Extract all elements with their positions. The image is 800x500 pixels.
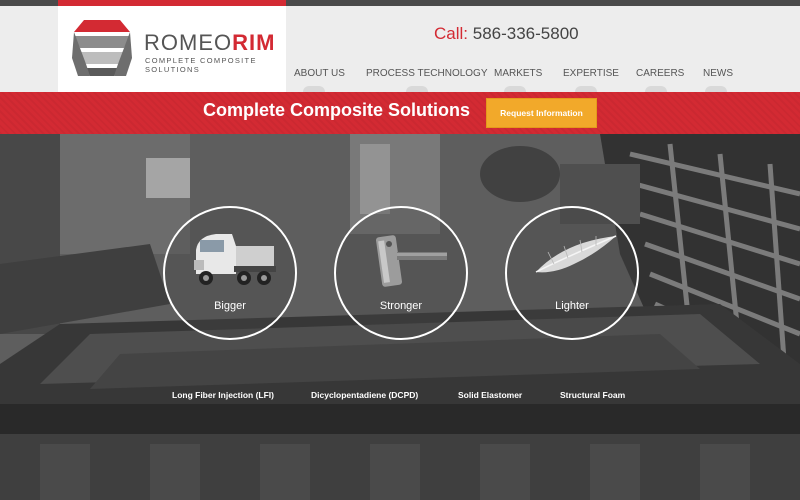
logo-tagline: COMPLETE COMPOSITE SOLUTIONS	[145, 56, 257, 74]
nav-careers[interactable]: CAREERS	[636, 68, 684, 79]
tech-link-solid-elastomer[interactable]: Solid Elastomer	[458, 390, 522, 400]
tech-link-structural-foam[interactable]: Structural Foam	[560, 390, 625, 400]
feature-label: Lighter	[555, 300, 589, 312]
phone-number[interactable]: 586-336-5800	[473, 24, 579, 43]
feature-lighter[interactable]: Lighter	[505, 206, 639, 340]
feature-stronger[interactable]: Stronger	[334, 206, 468, 340]
feather-icon	[535, 235, 617, 273]
tech-link-dcpd[interactable]: Dicyclopentadiene (DCPD)	[311, 390, 418, 400]
logo-mark-icon	[72, 20, 132, 76]
nav-process-technology[interactable]: PROCESS TECHNOLOGY	[366, 68, 488, 79]
truck-icon	[194, 234, 276, 285]
nav-markets[interactable]: MARKETS	[494, 68, 542, 79]
call-label: Call:	[434, 24, 469, 43]
feature-label: Stronger	[379, 300, 423, 312]
page: ROMEORIM COMPLETE COMPOSITE SOLUTIONS Ca…	[0, 0, 800, 500]
logo-wordmark: ROMEORIM	[144, 30, 275, 56]
nav-about-us[interactable]: ABOUT US	[294, 68, 345, 79]
nav-expertise[interactable]: EXPERTISE	[563, 68, 619, 79]
logo-accent-bar	[58, 0, 286, 6]
feature-bigger[interactable]: Bigger	[163, 206, 297, 340]
logo-name-part2: RIM	[232, 30, 276, 55]
phone-contact[interactable]: Call: 586-336-5800	[434, 24, 579, 44]
band-title: Complete Composite Solutions	[203, 100, 471, 120]
feature-label: Bigger	[214, 300, 246, 312]
logo[interactable]: ROMEORIM COMPLETE COMPOSITE SOLUTIONS	[58, 6, 286, 92]
request-information-button[interactable]: Request Information	[486, 98, 597, 128]
hammer-icon	[376, 235, 447, 287]
tech-link-lfi[interactable]: Long Fiber Injection (LFI)	[172, 390, 274, 400]
logo-name-part1: ROMEO	[144, 30, 233, 55]
nav-news[interactable]: NEWS	[703, 68, 733, 79]
